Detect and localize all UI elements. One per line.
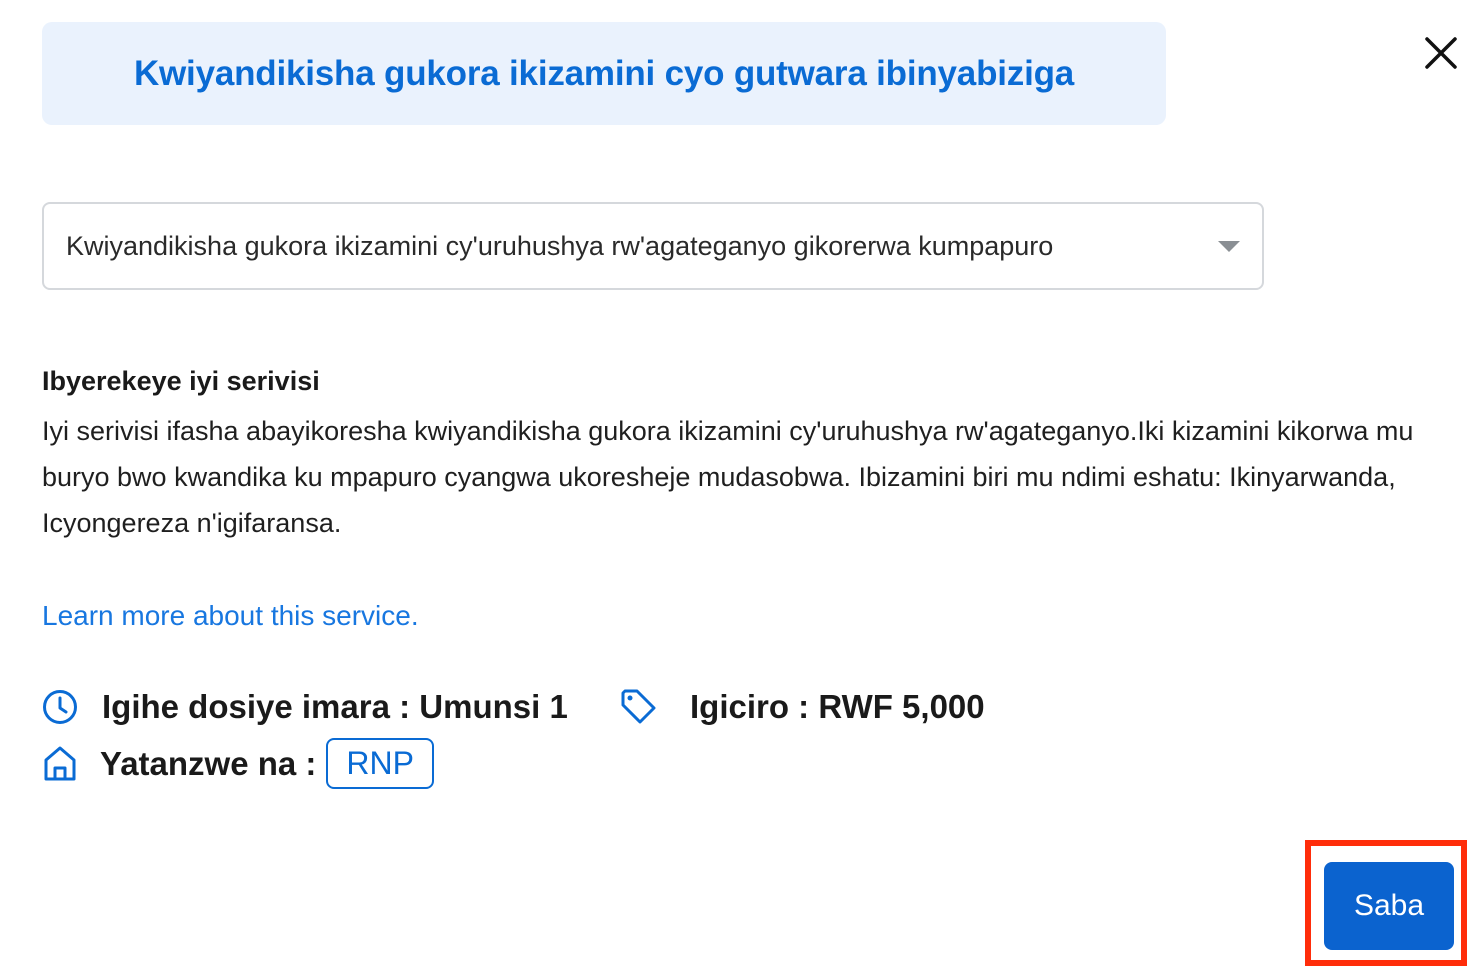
about-heading: Ibyerekeye iyi serivisi: [42, 366, 320, 396]
caret-down-icon: [1218, 240, 1240, 252]
learn-more-link[interactable]: Learn more about this service.: [42, 600, 419, 632]
price: Igiciro : RWF 5,000: [620, 688, 985, 726]
home-icon: [42, 745, 78, 783]
provider: Yatanzwe na : RNP: [42, 738, 434, 789]
provider-label: Yatanzwe na :: [100, 744, 317, 782]
clock-icon: [42, 689, 78, 725]
dialog-title-banner: Kwiyandikisha gukora ikizamini cyo gutwa…: [42, 22, 1166, 125]
apply-button[interactable]: Saba: [1324, 862, 1454, 950]
service-select-value: Kwiyandikisha gukora ikizamini cy'uruhus…: [66, 230, 1054, 261]
processing-time: Igihe dosiye imara : Umunsi 1: [42, 688, 568, 726]
dialog-title: Kwiyandikisha gukora ikizamini cyo gutwa…: [133, 53, 1075, 93]
price-text: Igiciro : RWF 5,000: [690, 688, 985, 725]
about-description: Iyi serivisi ifasha abayikoresha kwiyand…: [42, 416, 1414, 538]
tag-icon: [620, 689, 658, 725]
service-select[interactable]: Kwiyandikisha gukora ikizamini cy'uruhus…: [42, 202, 1264, 290]
processing-time-text: Igihe dosiye imara : Umunsi 1: [102, 688, 568, 725]
provider-badge[interactable]: RNP: [326, 738, 434, 789]
close-button[interactable]: [1418, 30, 1464, 76]
close-icon: [1424, 36, 1458, 70]
